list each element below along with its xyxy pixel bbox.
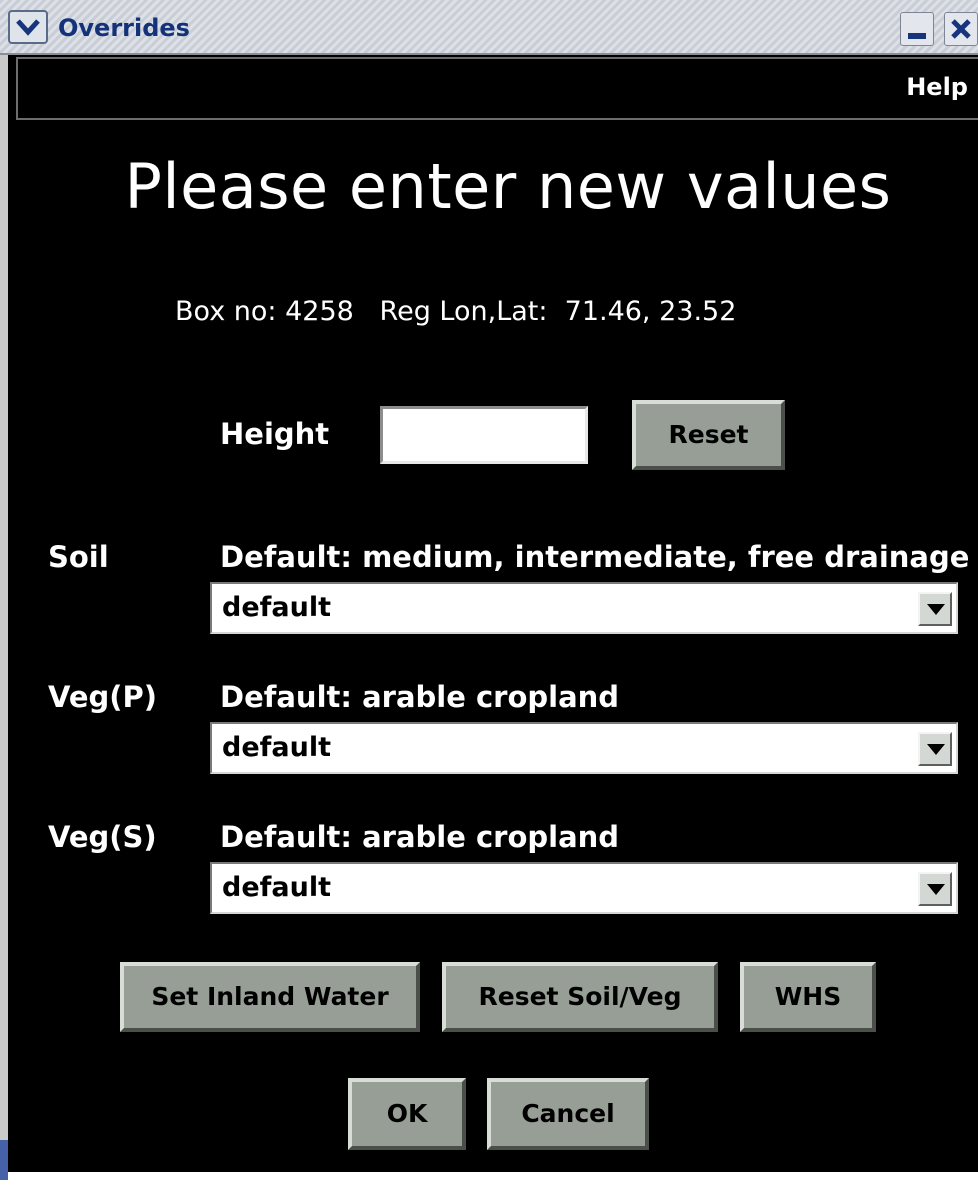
window-menu-button[interactable] bbox=[8, 10, 48, 44]
height-reset-button[interactable]: Reset bbox=[632, 400, 785, 470]
veg-s-select[interactable]: default bbox=[210, 862, 958, 914]
soil-selected-value: default bbox=[222, 592, 331, 623]
page-title: Please enter new values bbox=[124, 150, 892, 223]
height-input[interactable] bbox=[380, 406, 588, 464]
window-border-accent bbox=[0, 1140, 8, 1180]
dropdown-arrow-icon[interactable] bbox=[918, 592, 952, 626]
veg-p-label: Veg(P) bbox=[48, 680, 158, 714]
window-bottom-edge bbox=[8, 1172, 978, 1185]
title-bar[interactable]: Overrides bbox=[0, 0, 978, 55]
soil-label: Soil bbox=[48, 540, 109, 574]
reset-soil-veg-button[interactable]: Reset Soil/Veg bbox=[442, 962, 718, 1032]
veg-s-default-text: Default: arable cropland bbox=[220, 820, 620, 854]
minimize-icon bbox=[908, 33, 926, 39]
height-label: Height bbox=[220, 417, 330, 451]
help-menu[interactable]: Help bbox=[906, 73, 968, 101]
ok-button[interactable]: OK bbox=[348, 1078, 466, 1150]
whs-button[interactable]: WHS bbox=[740, 962, 876, 1032]
soil-select[interactable]: default bbox=[210, 582, 958, 634]
close-icon bbox=[951, 19, 971, 39]
veg-p-select[interactable]: default bbox=[210, 722, 958, 774]
veg-p-selected-value: default bbox=[222, 732, 331, 763]
set-inland-water-button[interactable]: Set Inland Water bbox=[120, 962, 420, 1032]
veg-s-label: Veg(S) bbox=[48, 820, 157, 854]
window-title: Overrides bbox=[58, 14, 190, 42]
box-info: Box no: 4258 Reg Lon,Lat: 71.46, 23.52 bbox=[175, 296, 737, 327]
veg-p-default-text: Default: arable cropland bbox=[220, 680, 620, 714]
menu-bar: Help bbox=[16, 57, 978, 120]
chevron-down-icon bbox=[16, 19, 40, 36]
dropdown-arrow-icon[interactable] bbox=[918, 732, 952, 766]
close-button[interactable] bbox=[944, 12, 978, 46]
minimize-button[interactable] bbox=[900, 12, 934, 46]
cancel-button[interactable]: Cancel bbox=[487, 1078, 649, 1150]
soil-default-text: Default: medium, intermediate, free drai… bbox=[220, 540, 970, 574]
dropdown-arrow-icon[interactable] bbox=[918, 872, 952, 906]
veg-s-selected-value: default bbox=[222, 872, 331, 903]
